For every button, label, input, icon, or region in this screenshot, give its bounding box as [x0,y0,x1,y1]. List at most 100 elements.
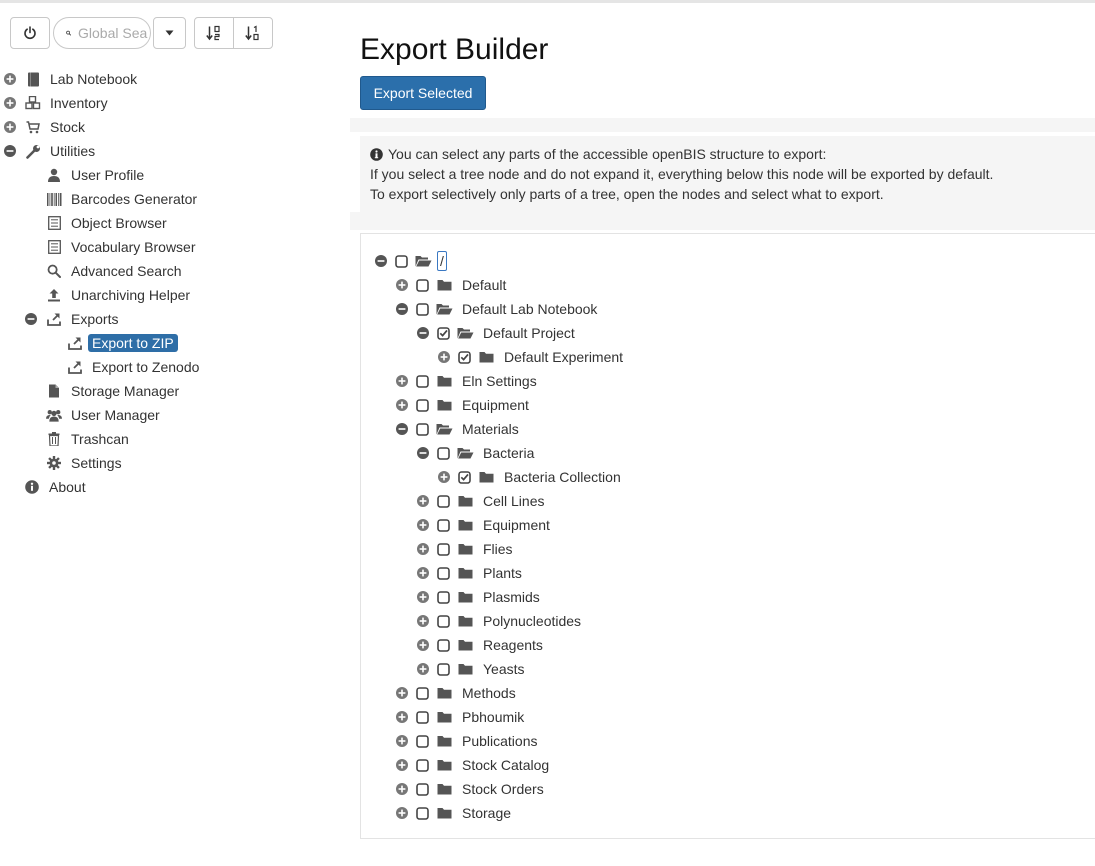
tree-node-label[interactable]: Default Lab Notebook [462,301,597,317]
tree-node[interactable]: Publications [395,730,538,752]
tree-node[interactable]: Stock Orders [395,778,544,800]
tree-node-label[interactable]: Bacteria [483,445,534,461]
sidebar-item[interactable]: Settings [24,451,122,475]
sidebar-item[interactable]: User Manager [24,403,160,427]
tree-node[interactable]: Reagents [416,634,543,656]
sort-descending-button[interactable] [233,17,273,49]
checkbox-icon[interactable] [416,782,429,796]
checkbox-icon[interactable] [416,758,429,772]
tree-node-label[interactable]: / [437,251,447,271]
tree-node-label[interactable]: Default Experiment [504,349,623,365]
collapse-icon[interactable] [3,144,17,158]
tree-node-label[interactable]: Stock Catalog [462,757,549,773]
checkbox-icon[interactable] [437,446,450,460]
collapse-icon[interactable] [395,422,409,436]
checkbox-icon[interactable] [416,734,429,748]
sidebar-item[interactable]: Exports [24,307,118,331]
tree-node[interactable]: Default Experiment [437,346,623,368]
export-selected-button[interactable]: Export Selected [360,76,486,110]
checkbox-icon[interactable] [437,494,450,508]
expand-icon[interactable] [416,494,430,508]
global-search-input[interactable] [76,24,150,42]
checkbox-icon[interactable] [437,542,450,556]
checkbox-icon[interactable] [416,278,429,292]
tree-node-label[interactable]: Flies [483,541,513,557]
tree-node[interactable]: Pbhoumik [395,706,524,728]
expand-icon[interactable] [395,710,409,724]
tree-node-label[interactable]: Default [462,277,506,293]
tree-node[interactable]: Default [395,274,506,296]
tree-node-label[interactable]: Polynucleotides [483,613,581,629]
checkbox-icon[interactable] [437,566,450,580]
search-options-dropdown[interactable] [153,17,186,49]
tree-node-label[interactable]: Cell Lines [483,493,544,509]
tree-node-label[interactable]: Stock Orders [462,781,544,797]
expand-icon[interactable] [395,374,409,388]
checkbox-icon[interactable] [437,614,450,628]
tree-node-label[interactable]: Bacteria Collection [504,469,621,485]
tree-node-label[interactable]: Storage [462,805,511,821]
expand-icon[interactable] [3,120,17,134]
tree-node[interactable]: Default Lab Notebook [395,298,597,320]
expand-icon[interactable] [437,470,451,484]
checkbox-icon[interactable] [395,254,408,268]
expand-icon[interactable] [416,590,430,604]
tree-node[interactable]: Storage [395,802,511,824]
sidebar-item[interactable]: Trashcan [24,427,129,451]
sidebar-item[interactable]: Vocabulary Browser [24,235,196,259]
tree-node[interactable]: Flies [416,538,513,560]
tree-node[interactable]: Default Project [416,322,575,344]
expand-icon[interactable] [395,278,409,292]
expand-icon[interactable] [437,350,451,364]
checkbox-icon[interactable] [437,590,450,604]
collapse-icon[interactable] [416,446,430,460]
tree-node[interactable]: Cell Lines [416,490,544,512]
collapse-icon[interactable] [395,302,409,316]
sidebar-item[interactable]: Export to ZIP [45,331,178,355]
checkbox-checked-icon[interactable] [437,326,450,340]
expand-icon[interactable] [416,566,430,580]
tree-node-label[interactable]: Equipment [462,397,529,413]
sidebar-item[interactable]: Export to Zenodo [45,355,199,379]
expand-icon[interactable] [395,686,409,700]
expand-icon[interactable] [416,518,430,532]
checkbox-icon[interactable] [416,374,429,388]
sidebar-item[interactable]: Object Browser [24,211,167,235]
tree-node[interactable]: Bacteria [416,442,534,464]
checkbox-icon[interactable] [437,662,450,676]
tree-node[interactable]: Plants [416,562,522,584]
expand-icon[interactable] [3,72,17,86]
expand-icon[interactable] [395,806,409,820]
expand-icon[interactable] [3,96,17,110]
collapse-icon[interactable] [24,312,38,326]
sidebar-item[interactable]: Lab Notebook [3,67,137,91]
power-button[interactable] [10,17,50,49]
collapse-icon[interactable] [374,254,388,268]
tree-node[interactable]: Equipment [416,514,550,536]
sidebar-item[interactable]: Unarchiving Helper [24,283,190,307]
tree-node[interactable]: Stock Catalog [395,754,549,776]
tree-node-label[interactable]: Yeasts [483,661,525,677]
tree-node-label[interactable]: Materials [462,421,519,437]
tree-node[interactable]: Methods [395,682,516,704]
checkbox-icon[interactable] [416,422,429,436]
checkbox-icon[interactable] [437,638,450,652]
tree-node[interactable]: Plasmids [416,586,540,608]
checkbox-icon[interactable] [416,302,429,316]
expand-icon[interactable] [416,542,430,556]
collapse-icon[interactable] [416,326,430,340]
tree-node[interactable]: Eln Settings [395,370,537,392]
expand-icon[interactable] [395,758,409,772]
sidebar-item[interactable]: Storage Manager [24,379,179,403]
expand-icon[interactable] [395,398,409,412]
tree-node-label[interactable]: Methods [462,685,516,701]
tree-node-label[interactable]: Plasmids [483,589,540,605]
tree-node-label[interactable]: Plants [483,565,522,581]
expand-icon[interactable] [416,662,430,676]
expand-icon[interactable] [395,734,409,748]
checkbox-icon[interactable] [416,710,429,724]
expand-icon[interactable] [395,782,409,796]
tree-node[interactable]: Bacteria Collection [437,466,621,488]
sort-ascending-button[interactable] [194,17,234,49]
tree-node-label[interactable]: Publications [462,733,538,749]
